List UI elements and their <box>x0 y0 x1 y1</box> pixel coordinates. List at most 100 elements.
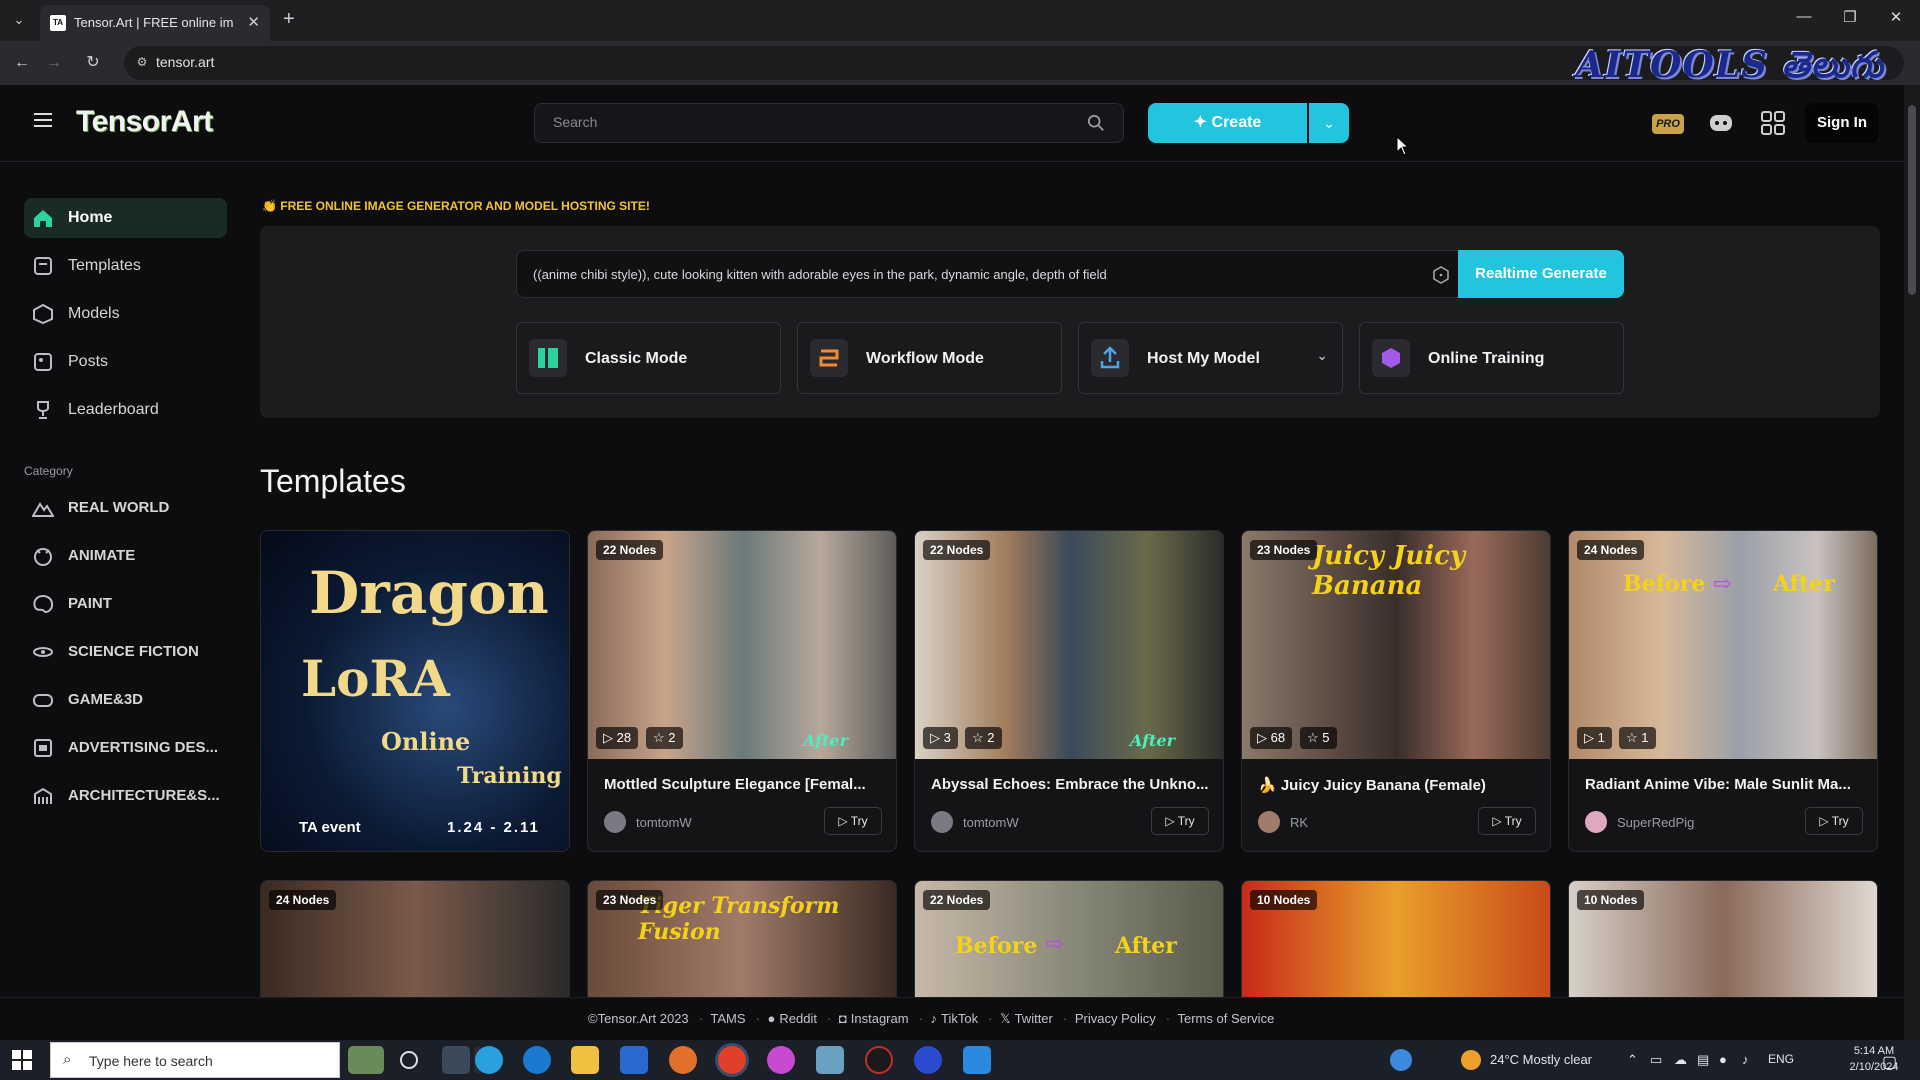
notifications-icon[interactable]: ▢ <box>1882 1052 1897 1072</box>
url-text[interactable]: tensor.art <box>156 54 214 70</box>
host-my-model-card[interactable]: Host My Model ⌄ <box>1078 322 1343 394</box>
try-button[interactable]: ▷ Try <box>824 807 882 835</box>
volume-icon[interactable]: ♪ <box>1742 1052 1749 1067</box>
template-title[interactable]: Mottled Sculpture Elegance [Femal... <box>604 776 889 793</box>
create-button[interactable]: ✦ Create <box>1148 103 1307 143</box>
photos-icon[interactable] <box>963 1046 991 1074</box>
file-explorer-icon[interactable] <box>571 1046 599 1074</box>
task-switcher-icon[interactable] <box>442 1046 470 1074</box>
taskbar-search-box[interactable]: ⌕ Type here to search <box>50 1042 340 1078</box>
template-card[interactable]: 24 Nodes <box>260 880 570 1000</box>
mail-icon[interactable] <box>620 1046 648 1074</box>
search-box[interactable] <box>534 103 1124 143</box>
address-bar[interactable]: ⚙ tensor.art AITOOLS తెలుగు <box>124 44 1904 86</box>
try-button[interactable]: ▷ Try <box>1478 807 1536 835</box>
language-indicator[interactable]: ENG <box>1768 1052 1794 1066</box>
browser-tab-active[interactable]: TA Tensor.Art | FREE online image genera… <box>40 5 270 41</box>
author-name[interactable]: tomtomW <box>963 815 1019 830</box>
footer-link-privacy[interactable]: Privacy Policy <box>1075 1011 1156 1026</box>
reload-icon[interactable]: ↻ <box>82 52 104 74</box>
sidebar-item-models[interactable]: Models <box>24 294 227 334</box>
category-paint[interactable]: PAINT <box>24 584 227 624</box>
back-arrow-icon[interactable]: ← <box>11 52 33 74</box>
help-icon[interactable] <box>1390 1049 1412 1071</box>
weather-text[interactable]: 24°C Mostly clear <box>1490 1052 1592 1067</box>
recorder-icon[interactable] <box>865 1046 893 1074</box>
cloud-icon[interactable]: ☁ <box>1674 1052 1687 1068</box>
site-info-icon[interactable]: ⚙ <box>134 55 150 71</box>
sidebar-item-home[interactable]: Home <box>24 198 227 238</box>
tray-chevron-up-icon[interactable]: ⌃ <box>1627 1052 1638 1068</box>
telegram-icon[interactable] <box>475 1046 503 1074</box>
avatar[interactable] <box>1258 811 1280 833</box>
sidebar-item-leaderboard[interactable]: Leaderboard <box>24 390 227 430</box>
dice-random-prompt-icon[interactable] <box>1431 265 1451 285</box>
category-real-world[interactable]: REAL WORLD <box>24 488 227 528</box>
workflow-mode-card[interactable]: Workflow Mode <box>797 322 1062 394</box>
battery-icon[interactable]: ▭ <box>1650 1052 1662 1068</box>
template-title[interactable]: 🍌 Juicy Juicy Banana (Female) <box>1258 776 1543 794</box>
minimize-window-icon[interactable]: — <box>1789 8 1819 32</box>
forward-arrow-icon[interactable]: → <box>43 52 65 74</box>
template-card[interactable]: Before ⇨ After 22 Nodes <box>914 880 1224 1000</box>
footer-link-tams[interactable]: TAMS <box>710 1011 745 1026</box>
category-animate[interactable]: ANIMATE <box>24 536 227 576</box>
author-name[interactable]: RK <box>1290 815 1308 830</box>
footer-link-reddit[interactable]: Reddit <box>779 1011 817 1026</box>
try-button[interactable]: ▷ Try <box>1151 807 1209 835</box>
category-advertising[interactable]: ADVERTISING DES... <box>24 728 227 768</box>
footer-link-tiktok[interactable]: TikTok <box>941 1011 978 1026</box>
template-card[interactable]: After 22 Nodes ▷ 3 ☆ 2 Abyssal Echoes: E… <box>914 530 1224 852</box>
apps-grid-icon[interactable] <box>1760 111 1786 135</box>
microphone-icon[interactable]: ● <box>1719 1052 1727 1067</box>
avatar[interactable] <box>1585 811 1607 833</box>
cortana-icon[interactable] <box>400 1051 418 1069</box>
classic-mode-card[interactable]: Classic Mode <box>516 322 781 394</box>
prompt-text[interactable]: ((anime chibi style)), cute looking kitt… <box>533 267 1107 282</box>
close-tab-icon[interactable]: ✕ <box>247 13 260 31</box>
avatar[interactable] <box>931 811 953 833</box>
category-architecture[interactable]: ARCHITECTURE&S... <box>24 776 227 816</box>
chrome-icon[interactable] <box>718 1046 746 1074</box>
pro-badge[interactable]: PRO <box>1652 114 1684 134</box>
chevron-down-icon[interactable]: ⌄ <box>1316 347 1328 364</box>
sidebar-item-templates[interactable]: Templates <box>24 246 227 286</box>
template-title[interactable]: Abyssal Echoes: Embrace the Unkno... <box>931 776 1216 793</box>
footer-link-twitter[interactable]: Twitter <box>1015 1011 1053 1026</box>
template-card[interactable]: After 22 Nodes ▷ 28 ☆ 2 Mottled Sculptur… <box>587 530 897 852</box>
footer-link-terms[interactable]: Terms of Service <box>1178 1011 1275 1026</box>
restore-window-icon[interactable]: ❐ <box>1835 8 1865 32</box>
realtime-generate-button[interactable]: Realtime Generate <box>1458 250 1624 298</box>
template-card[interactable]: 10 Nodes <box>1241 880 1551 1000</box>
template-card[interactable]: Before ⇨ After 24 Nodes ▷ 1 ☆ 1 Radiant … <box>1568 530 1878 852</box>
sign-in-button[interactable]: Sign In <box>1805 103 1879 143</box>
template-card-dragon-event[interactable]: Dragon LoRA Online Training TA event 1.2… <box>260 530 570 852</box>
category-game-3d[interactable]: GAME&3D <box>24 680 227 720</box>
author-name[interactable]: tomtomW <box>636 815 692 830</box>
template-card[interactable]: Juicy Juicy Banana 23 Nodes ▷ 68 ☆ 5 🍌 J… <box>1241 530 1551 852</box>
firefox-icon[interactable] <box>669 1046 697 1074</box>
scrollbar-thumb[interactable] <box>1908 105 1916 295</box>
template-title[interactable]: Radiant Anime Vibe: Male Sunlit Ma... <box>1585 776 1870 793</box>
online-training-card[interactable]: Online Training <box>1359 322 1624 394</box>
create-dropdown-chevron-icon[interactable]: ⌄ <box>1309 103 1349 143</box>
category-science-fiction[interactable]: SCIENCE FICTION <box>24 632 227 672</box>
network-icon[interactable]: ▤ <box>1697 1052 1709 1068</box>
search-icon[interactable] <box>1087 114 1105 132</box>
app-icon[interactable] <box>816 1046 844 1074</box>
new-tab-plus-icon[interactable]: + <box>283 8 295 31</box>
firefox-dev-icon[interactable] <box>767 1046 795 1074</box>
task-view-icon[interactable] <box>348 1046 384 1074</box>
author-name[interactable]: SuperRedPig <box>1617 815 1694 830</box>
headphones-app-icon[interactable] <box>914 1046 942 1074</box>
footer-link-instagram[interactable]: Instagram <box>851 1011 909 1026</box>
prompt-input[interactable]: ((anime chibi style)), cute looking kitt… <box>516 250 1462 298</box>
template-card[interactable]: Tiger Transform Fusion 23 Nodes <box>587 880 897 1000</box>
edge-browser-icon[interactable] <box>523 1046 551 1074</box>
avatar[interactable] <box>604 811 626 833</box>
tensorart-logo[interactable]: TensorArt <box>76 105 213 139</box>
template-card[interactable]: 10 Nodes <box>1568 880 1878 1000</box>
close-window-icon[interactable]: ✕ <box>1881 8 1911 32</box>
search-input[interactable] <box>553 114 1073 130</box>
sidebar-item-posts[interactable]: Posts <box>24 342 227 382</box>
